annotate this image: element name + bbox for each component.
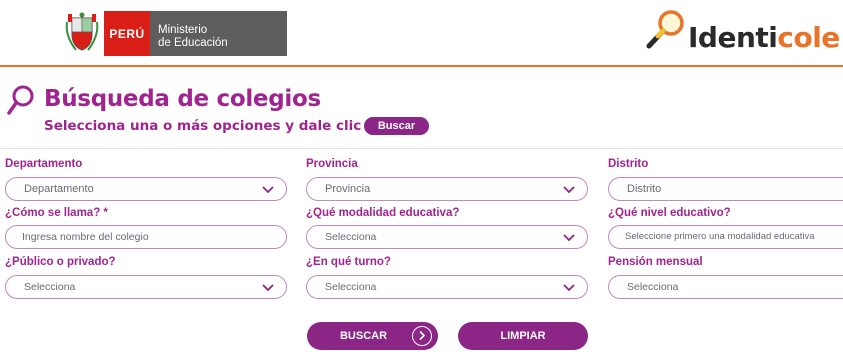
divider [0, 148, 843, 149]
modalidad-select[interactable]: Selecciona [306, 225, 588, 249]
distrito-select[interactable]: Distrito [608, 177, 843, 201]
chevron-right-icon [412, 326, 432, 346]
inline-buscar-badge: Buscar [364, 117, 429, 135]
page-subtitle: Selecciona una o más opciones y dale cli… [44, 118, 385, 134]
page-title: Búsqueda de colegios [44, 86, 321, 112]
departamento-label: Departamento [5, 158, 83, 170]
chevron-down-icon [563, 281, 575, 293]
logo-text-part1: Identi [688, 21, 778, 54]
ministry-line-2: de Educación [158, 37, 228, 49]
limpiar-button[interactable]: LIMPIAR [458, 322, 588, 350]
gestion-value: Selecciona [24, 281, 76, 293]
nombre-colegio-input[interactable]: Ingresa nombre del colegio [5, 225, 287, 249]
nombre-placeholder: Ingresa nombre del colegio [22, 231, 149, 243]
chevron-down-icon [262, 281, 274, 293]
provincia-select[interactable]: Provincia [306, 177, 588, 201]
distrito-label: Distrito [608, 158, 649, 170]
modalidad-value: Selecciona [325, 231, 377, 243]
nivel-select[interactable]: Seleccione primero una modalidad educati… [608, 225, 843, 249]
nivel-label: ¿Qué nivel educativo? [608, 207, 731, 219]
identicole-logo[interactable]: Identicole [645, 8, 840, 54]
pension-value: Selecciona [627, 281, 679, 293]
nombre-label: ¿Cómo se llama? * [5, 207, 108, 219]
peru-crest-icon [64, 12, 100, 54]
pension-label: Pensión mensual [608, 256, 703, 268]
ministry-line-1: Ministerio [158, 24, 208, 36]
site-header: PERÚ Ministerio de Educación Identicole [0, 0, 843, 66]
search-icon [6, 84, 36, 118]
chevron-down-icon [262, 183, 274, 195]
turno-select[interactable]: Selecciona [306, 275, 588, 299]
logo-text: Identicole [688, 22, 840, 54]
magnifier-logo-icon [646, 10, 684, 49]
buscar-button-label: BUSCAR [339, 330, 388, 342]
chevron-down-icon [563, 183, 575, 195]
header-divider [0, 65, 843, 67]
distrito-value: Distrito [627, 183, 662, 195]
departamento-value: Departamento [24, 183, 94, 195]
modalidad-label: ¿Qué modalidad educativa? [306, 207, 460, 219]
buscar-button[interactable]: BUSCAR [307, 322, 438, 350]
provincia-label: Provincia [306, 158, 358, 170]
nivel-value: Seleccione primero una modalidad educati… [625, 231, 815, 242]
peru-label: PERÚ [104, 11, 150, 56]
turno-value: Selecciona [325, 281, 377, 293]
chevron-down-icon [563, 231, 575, 243]
gestion-select[interactable]: Selecciona [5, 275, 287, 299]
gestion-label: ¿Público o privado? [5, 256, 116, 268]
ministry-label: Ministerio de Educación [150, 11, 287, 56]
pension-select[interactable]: Selecciona [608, 275, 843, 299]
logo-text-part2: cole [777, 21, 840, 54]
provincia-value: Provincia [325, 183, 371, 195]
departamento-select[interactable]: Departamento [5, 177, 287, 201]
turno-label: ¿En qué turno? [306, 256, 391, 268]
